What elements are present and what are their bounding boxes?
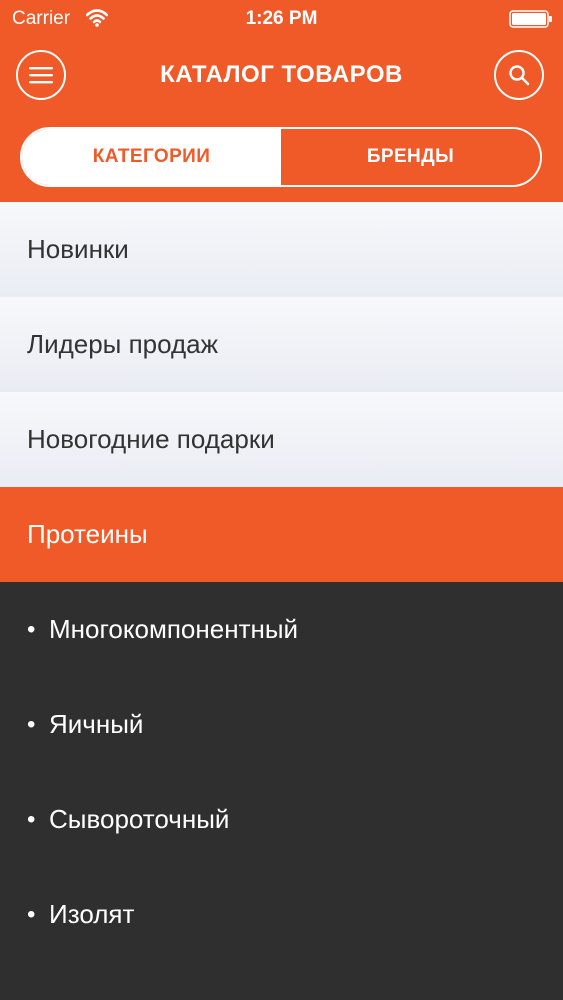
bullet-icon: • — [27, 805, 36, 833]
bullet-icon: • — [27, 710, 36, 738]
battery-icon — [509, 10, 552, 28]
subcategory-item[interactable]: • Многокомпонентный — [0, 582, 563, 677]
status-bar: Carrier 1:26 PM — [0, 0, 563, 38]
subcategory-list: • Многокомпонентный • Яичный • Сывороточ… — [0, 582, 563, 962]
bullet-icon: • — [27, 900, 36, 928]
page-title: КАТАЛОГ ТОВАРОВ — [160, 61, 403, 88]
subcategory-item[interactable]: • Сывороточный — [0, 772, 563, 867]
hamburger-menu-icon — [29, 67, 53, 84]
subcategory-label: Яичный — [49, 709, 144, 739]
tab-categories[interactable]: КАТЕГОРИИ — [22, 129, 281, 185]
header: Carrier 1:26 PM КАТАЛОГ ТОВАРОВ КАТЕГОРИ… — [0, 0, 563, 202]
status-time: 1:26 PM — [245, 8, 318, 29]
category-item[interactable]: Новинки — [0, 202, 563, 297]
category-item-active[interactable]: Протеины — [0, 487, 563, 582]
tab-brands[interactable]: БРЕНДЫ — [281, 129, 540, 185]
search-icon — [509, 65, 530, 86]
category-item[interactable]: Новогодние подарки — [0, 392, 563, 487]
subcategory-label: Сывороточный — [49, 804, 230, 834]
subcategory-item[interactable]: • Изолят — [0, 867, 563, 962]
category-label: Новинки — [27, 234, 129, 264]
segmented-control: КАТЕГОРИИ БРЕНДЫ — [20, 127, 542, 187]
category-label: Протеины — [27, 519, 148, 549]
subcategory-label: Изолят — [49, 899, 135, 929]
category-list: Новинки Лидеры продаж Новогодние подарки… — [0, 202, 563, 582]
nav-bar: КАТАЛОГ ТОВАРОВ — [0, 46, 563, 106]
subcategory-item[interactable]: • Яичный — [0, 677, 563, 772]
search-button[interactable] — [494, 50, 544, 100]
subcategory-label: Многокомпонентный — [49, 614, 299, 644]
category-item[interactable]: Лидеры продаж — [0, 297, 563, 392]
menu-button[interactable] — [16, 50, 66, 100]
catalog-screen: Carrier 1:26 PM КАТАЛОГ ТОВАРОВ КАТЕГОРИ… — [0, 0, 563, 1000]
category-label: Лидеры продаж — [27, 329, 219, 359]
bullet-icon: • — [27, 615, 36, 643]
category-label: Новогодние подарки — [27, 424, 275, 454]
